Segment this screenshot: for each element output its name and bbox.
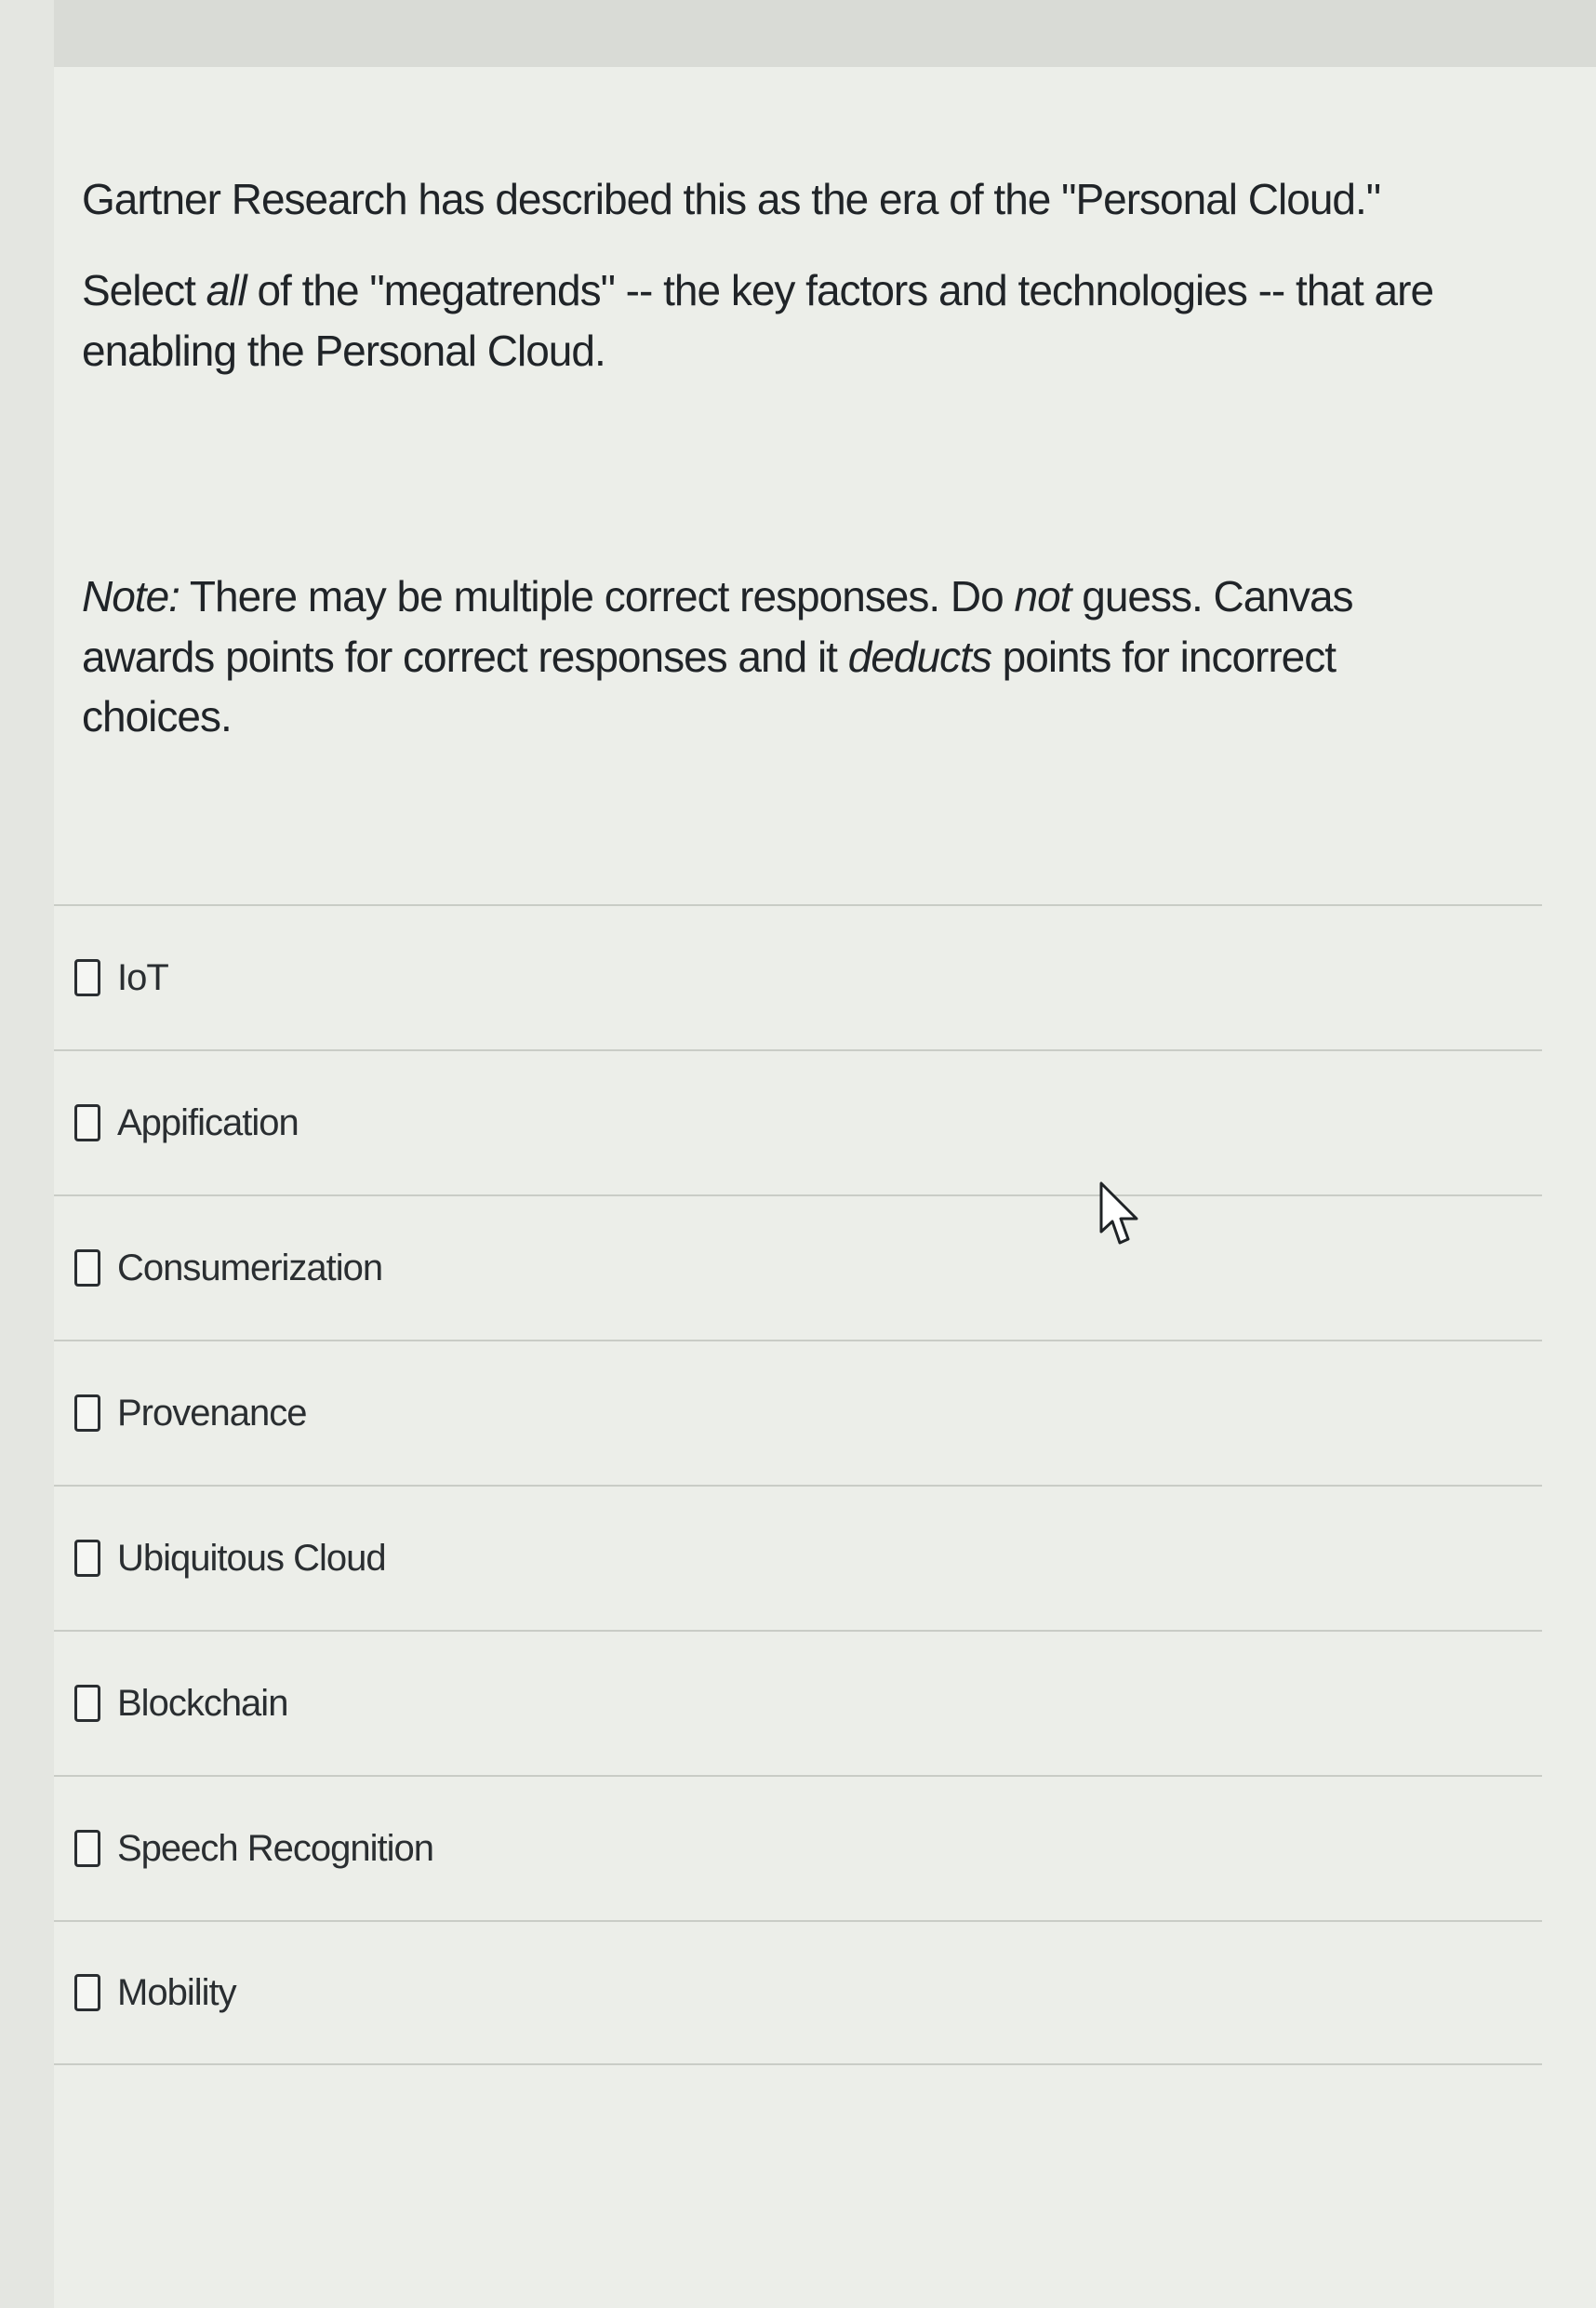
- answer-label: Mobility: [117, 1971, 237, 2013]
- answer-checkbox[interactable]: [74, 1974, 100, 2011]
- answer-label: Provenance: [117, 1392, 307, 1434]
- mouse-pointer-icon: [1099, 1181, 1138, 1245]
- answer-checkbox[interactable]: [74, 1249, 100, 1287]
- question-note: Note: There may be multiple correct resp…: [82, 567, 1496, 746]
- answer-option-iot[interactable]: IoT: [54, 904, 1542, 1049]
- note-emphasis-deducts: deducts: [847, 632, 992, 681]
- answer-option-mobility[interactable]: Mobility: [54, 1920, 1542, 2065]
- answer-option-speech-recognition[interactable]: Speech Recognition: [54, 1775, 1542, 1920]
- note-emphasis-not: not: [1014, 572, 1072, 621]
- question-header-bar: [54, 0, 1596, 69]
- prompt-start: Select: [82, 266, 206, 315]
- answer-option-blockchain[interactable]: Blockchain: [54, 1630, 1542, 1775]
- answer-option-consumerization[interactable]: Consumerization: [54, 1194, 1542, 1340]
- answer-label: Speech Recognition: [117, 1827, 434, 1869]
- answer-label: Blockchain: [117, 1682, 288, 1724]
- answer-checkbox[interactable]: [74, 959, 100, 996]
- question-card: Gartner Research has described this as t…: [54, 67, 1596, 2308]
- answer-option-provenance[interactable]: Provenance: [54, 1340, 1542, 1485]
- answer-label: IoT: [117, 956, 169, 998]
- answer-label: Consumerization: [117, 1247, 383, 1288]
- question-intro: Gartner Research has described this as t…: [82, 175, 1381, 223]
- answer-checkbox[interactable]: [74, 1685, 100, 1722]
- answer-checkbox[interactable]: [74, 1394, 100, 1432]
- note-part1: There may be multiple correct responses.…: [179, 572, 1015, 621]
- answer-checkbox[interactable]: [74, 1540, 100, 1577]
- answer-checkbox[interactable]: [74, 1104, 100, 1141]
- answer-option-ubiquitous-cloud[interactable]: Ubiquitous Cloud: [54, 1485, 1542, 1630]
- answer-checkbox[interactable]: [74, 1830, 100, 1867]
- note-label: Note:: [82, 572, 180, 621]
- answer-list: IoT Appification Consumerization Provena…: [54, 904, 1542, 2065]
- quiz-screen: Gartner Research has described this as t…: [0, 0, 1596, 2308]
- answer-label: Appification: [117, 1101, 299, 1143]
- left-rail: [0, 0, 56, 2308]
- prompt-end: of the "megatrends" -- the key factors a…: [82, 266, 1434, 375]
- answer-option-appification[interactable]: Appification: [54, 1049, 1542, 1194]
- prompt-emphasis: all: [206, 266, 247, 315]
- answer-label: Ubiquitous Cloud: [117, 1537, 387, 1579]
- question-text: Gartner Research has described this as t…: [82, 169, 1496, 778]
- question-prompt: Select all of the "megatrends" -- the ke…: [82, 260, 1496, 380]
